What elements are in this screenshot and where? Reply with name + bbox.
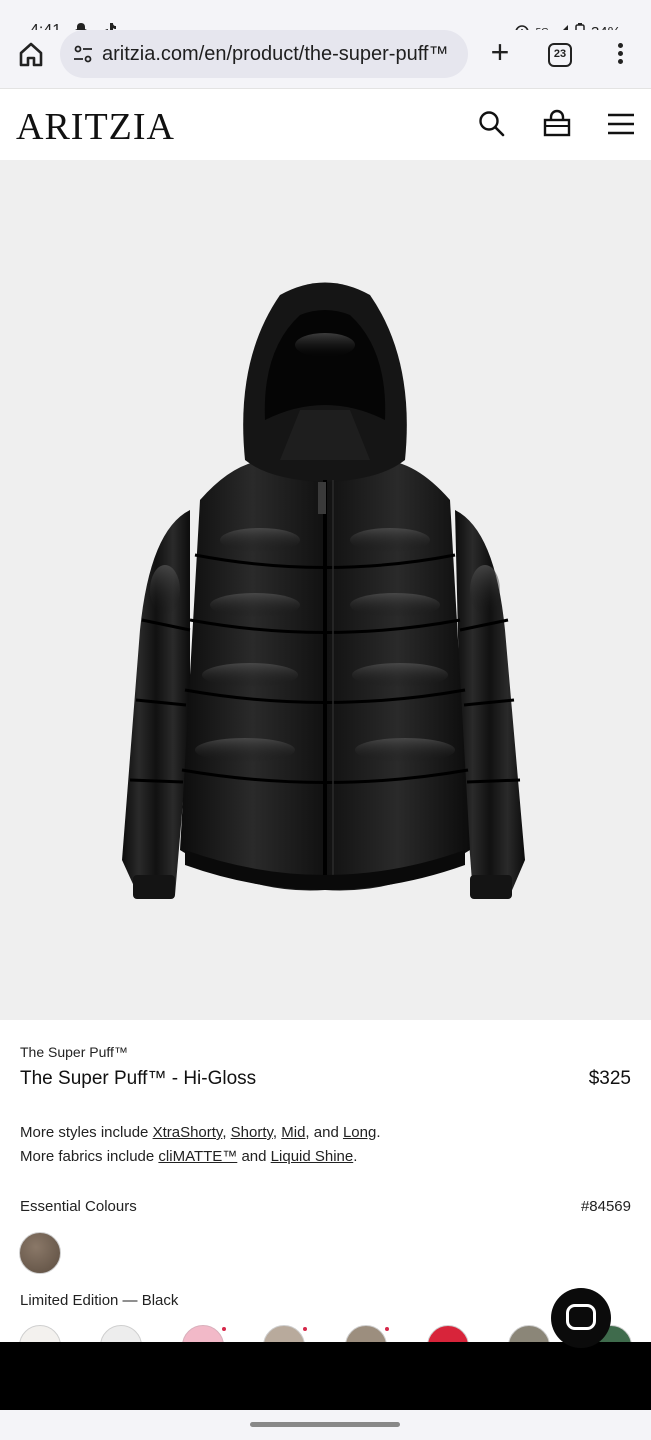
address-bar[interactable]: aritzia.com/en/product/the-super-puff™	[60, 30, 468, 78]
product-image[interactable]	[0, 160, 651, 1020]
separator: .	[376, 1124, 381, 1141]
separator: and	[237, 1148, 271, 1165]
fabric-link-climatte[interactable]: cliMATTE™	[158, 1148, 237, 1165]
product-price: $325	[588, 1068, 631, 1089]
home-icon[interactable]	[16, 40, 46, 70]
browser-menu-icon[interactable]	[612, 40, 628, 70]
separator: , and	[305, 1124, 343, 1141]
site-settings-icon[interactable]	[72, 43, 94, 65]
url-text: aritzia.com/en/product/the-super-puff™	[102, 42, 449, 65]
limited-edition-label: Limited Edition — Black	[20, 1292, 179, 1309]
new-colour-dot	[303, 1327, 307, 1331]
more-fabrics-prefix: More fabrics include	[20, 1148, 159, 1165]
new-tab-button[interactable]: +	[485, 36, 515, 72]
aritzia-logo[interactable]: ARITZIA	[16, 105, 175, 149]
site-header: ARITZIA	[0, 88, 651, 160]
search-icon[interactable]	[477, 109, 507, 139]
chat-button[interactable]	[551, 1288, 611, 1348]
style-number: #84569	[580, 1198, 631, 1215]
redacted-bar	[0, 1342, 651, 1410]
product-info: The Super Puff™ The Super Puff™ - Hi-Glo…	[0, 1020, 651, 1367]
status-bar: 4:41 5G 34%	[0, 0, 651, 40]
new-colour-dot	[385, 1327, 389, 1331]
style-link-shorty[interactable]: Shorty	[231, 1124, 273, 1141]
chat-icon	[566, 1304, 596, 1330]
product-title: The Super Puff™ - Hi-Gloss	[20, 1068, 257, 1089]
style-link-long[interactable]: Long	[343, 1124, 376, 1141]
more-styles-prefix: More styles include	[20, 1124, 153, 1141]
more-fabrics-line: More fabrics include cliMATTE™ and Liqui…	[20, 1148, 357, 1165]
puffer-jacket-image	[122, 282, 525, 899]
style-link-mid[interactable]: Mid	[281, 1124, 305, 1141]
separator: ,	[222, 1124, 231, 1141]
essential-colours-label: Essential Colours	[20, 1198, 137, 1215]
separator: .	[353, 1148, 358, 1165]
collection-name[interactable]: The Super Puff™	[20, 1044, 128, 1060]
more-styles-line: More styles include XtraShorty, Shorty , …	[20, 1124, 381, 1141]
browser-toolbar: aritzia.com/en/product/the-super-puff™ +…	[0, 30, 651, 88]
system-navigation-bar	[0, 1410, 651, 1440]
separator: ,	[272, 1124, 282, 1141]
colour-swatch-essential[interactable]	[19, 1232, 61, 1274]
shopping-bag-icon[interactable]	[542, 109, 572, 139]
hamburger-menu-icon[interactable]	[606, 109, 636, 139]
tab-switcher-button[interactable]: 23	[548, 43, 572, 67]
new-colour-dot	[222, 1327, 226, 1331]
gesture-handle[interactable]	[250, 1422, 400, 1427]
fabric-link-liquid-shine[interactable]: Liquid Shine	[271, 1148, 354, 1165]
style-link-xtrashorty[interactable]: XtraShorty	[153, 1124, 223, 1141]
